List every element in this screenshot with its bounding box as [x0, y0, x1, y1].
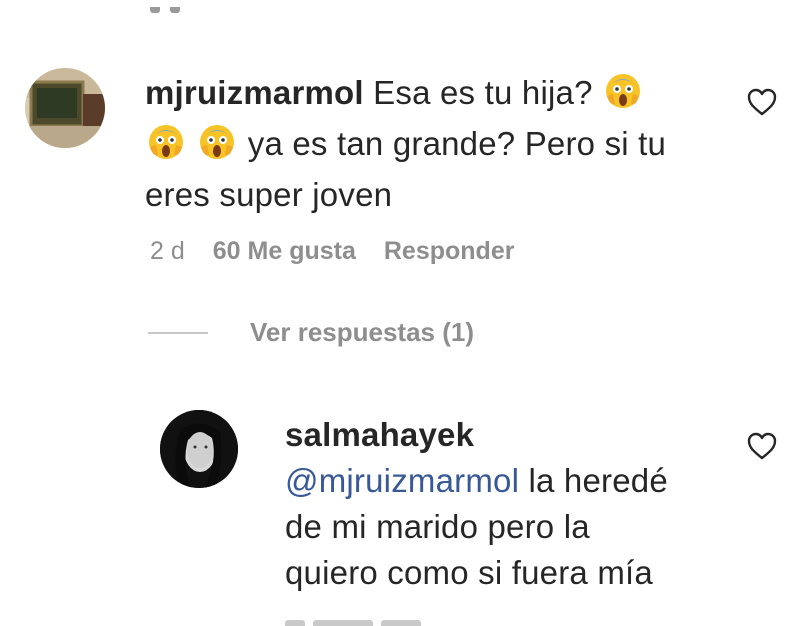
comment-text-1: Esa es tu hija? — [373, 74, 593, 111]
reply-text-3: quiero como si fuera mía — [285, 554, 653, 591]
comment-text-3: eres super joven — [145, 176, 393, 213]
comment-username[interactable]: mjruizmarmol — [145, 74, 364, 111]
cropped-reply-meta — [285, 620, 421, 626]
reply-line-1: @mjruizmarmol la heredé — [285, 458, 705, 504]
view-replies-label: Ver respuestas (1) — [250, 317, 475, 347]
reply-body: salmahayek @mjruizmarmol la heredé de mi… — [285, 412, 705, 596]
reply-text-2: de mi marido pero la — [285, 508, 590, 545]
face-screaming-in-fear-icon — [604, 72, 642, 121]
replies-divider-line — [148, 331, 208, 334]
avatar-image — [160, 410, 238, 488]
like-reply-button[interactable] — [747, 432, 777, 465]
comment-body: mjruizmarmol Esa es tu hija? ya es tan g… — [145, 70, 705, 217]
face-screaming-in-fear-icon — [147, 123, 185, 172]
reply-username[interactable]: salmahayek — [285, 412, 705, 458]
comment-meta: 2 d 60 Me gusta Responder — [150, 237, 514, 266]
comment-likes[interactable]: 60 Me gusta — [213, 237, 356, 266]
cropped-previous-content — [150, 0, 190, 13]
reply-text-1: la heredé — [519, 462, 668, 499]
comment-text-2: ya es tan grande? Pero si tu — [247, 125, 667, 162]
avatar-image — [25, 68, 105, 148]
reply-button[interactable]: Responder — [384, 237, 515, 266]
comment-line-2: ya es tan grande? Pero si tu — [145, 121, 705, 172]
avatar-mjruizmarmol[interactable] — [25, 68, 105, 148]
heart-outline-icon — [747, 432, 777, 460]
avatar-salmahayek[interactable] — [160, 410, 238, 488]
comment-line-1: mjruizmarmol Esa es tu hija? — [145, 70, 705, 121]
comment-timestamp[interactable]: 2 d — [150, 237, 185, 266]
heart-outline-icon — [747, 88, 777, 116]
like-comment-button[interactable] — [747, 88, 777, 121]
view-replies-toggle[interactable]: Ver respuestas (1) — [148, 317, 474, 348]
face-screaming-in-fear-icon — [198, 123, 236, 172]
reply-mention-link[interactable]: @mjruizmarmol — [285, 462, 519, 499]
